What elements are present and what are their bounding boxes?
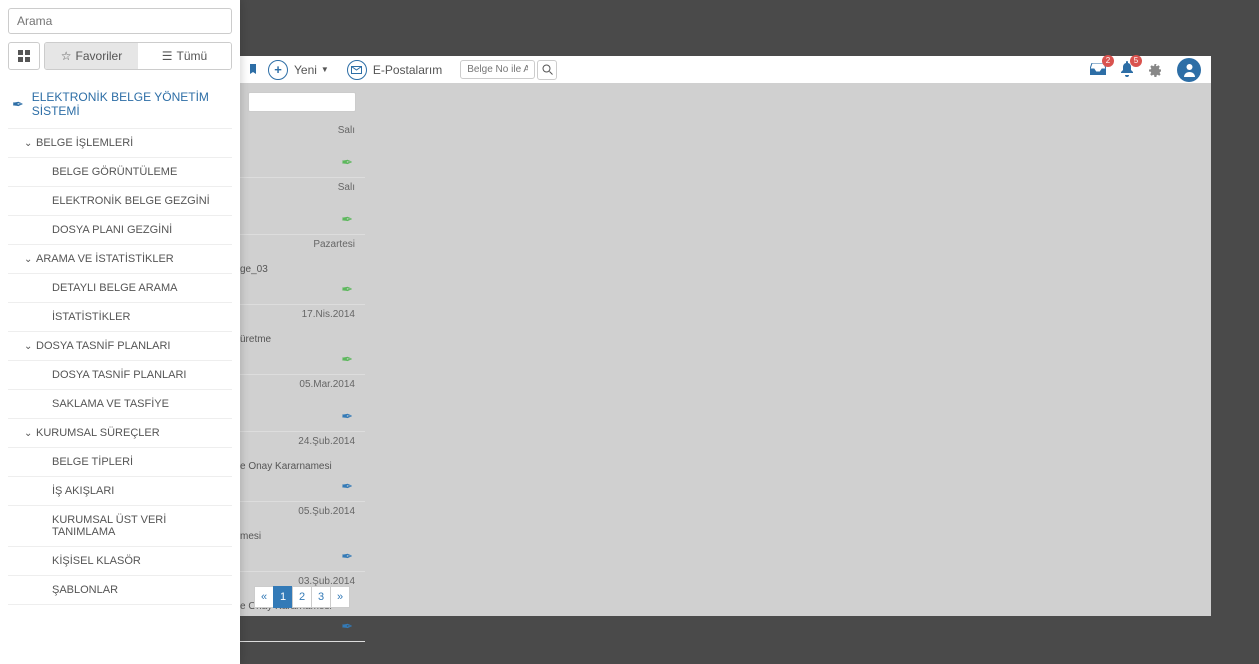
list-title: mesi — [240, 531, 359, 544]
sidebar-item[interactable]: DOSYA PLANI GEZGİNİ — [8, 216, 232, 245]
pen-icon: ✒ — [240, 474, 359, 497]
tab-label: Favoriler — [76, 49, 123, 63]
section-label: ARAMA VE İSTATİSTİKLER — [36, 253, 174, 265]
page-next[interactable]: » — [330, 586, 350, 608]
chevron-down-icon: ⌄ — [24, 428, 32, 439]
pen-icon: ✒ — [240, 404, 359, 427]
inbox-badge: 2 — [1102, 55, 1114, 67]
page-prev[interactable]: « — [254, 586, 274, 608]
new-button-icon[interactable]: + — [268, 60, 288, 80]
tab-favorites[interactable]: ☆ Favoriler — [45, 43, 138, 69]
sidebar-item[interactable]: KURUMSAL ÜST VERİ TANIMLAMA — [8, 506, 232, 547]
section-belge-islemleri[interactable]: ⌄ BELGE İŞLEMLERİ — [8, 129, 232, 158]
sub-search-input[interactable] — [248, 92, 356, 112]
list-item[interactable]: 17.Nis.2014 üretme ✒ — [240, 305, 365, 375]
doc-search-button[interactable] — [537, 60, 557, 80]
new-caret-icon[interactable]: ▼ — [321, 65, 329, 74]
sidebar-item[interactable]: DOSYA TASNİF PLANLARI — [8, 361, 232, 390]
list-item[interactable]: Salı ✒ — [240, 121, 365, 178]
sidebar-heading-label: ELEKTRONİK BELGE YÖNETİM SİSTEMİ — [32, 90, 228, 118]
toolbar-left-icon — [248, 64, 258, 76]
new-button-label[interactable]: Yeni — [294, 63, 317, 77]
pen-icon: ✒ — [240, 614, 359, 637]
sidebar-item[interactable]: ELEKTRONİK BELGE GEZGİNİ — [8, 187, 232, 216]
section-label: KURUMSAL SÜREÇLER — [36, 427, 160, 439]
list-item[interactable]: 05.Şub.2014 mesi ✒ — [240, 502, 365, 572]
sidebar-item[interactable]: BELGE GÖRÜNTÜLEME — [8, 158, 232, 187]
tab-label: Tümü — [177, 49, 208, 63]
list-item[interactable]: Salı ✒ — [240, 178, 365, 235]
list-date: 05.Mar.2014 — [240, 379, 359, 404]
gear-icon[interactable] — [1148, 61, 1163, 78]
list-title: e Onay Kararnamesi — [240, 461, 359, 474]
avatar[interactable] — [1177, 58, 1201, 82]
sidebar-search-input[interactable] — [8, 8, 232, 34]
pen-icon: ✒ — [240, 277, 359, 300]
sidebar-grid-toggle[interactable] — [8, 42, 40, 70]
list-item[interactable]: 05.Mar.2014 ✒ — [240, 375, 365, 432]
list-date: 05.Şub.2014 — [240, 506, 359, 531]
section-dosya-tasnif[interactable]: ⌄ DOSYA TASNİF PLANLARI — [8, 332, 232, 361]
list-date: Pazartesi — [240, 239, 359, 264]
section-kurumsal[interactable]: ⌄ KURUMSAL SÜREÇLER — [8, 419, 232, 448]
list-item[interactable]: Pazartesi ge_03 ✒ — [240, 235, 365, 305]
bell-badge: 5 — [1130, 55, 1142, 67]
tab-all[interactable]: ☰ Tümü — [138, 43, 231, 69]
chevron-down-icon: ⌄ — [24, 254, 32, 265]
list-title: üretme — [240, 334, 359, 347]
doc-search-input[interactable] — [460, 60, 535, 79]
page-3[interactable]: 3 — [311, 586, 331, 608]
pen-icon: ✒ — [240, 150, 359, 173]
chevron-down-icon: ⌄ — [24, 341, 32, 352]
section-label: DOSYA TASNİF PLANLARI — [36, 340, 171, 352]
list-icon: ☰ — [162, 49, 173, 63]
sidebar: ☆ Favoriler ☰ Tümü ✒ ELEKTRONİK BELGE YÖ… — [0, 0, 240, 664]
list-date: Salı — [240, 125, 359, 150]
sidebar-heading[interactable]: ✒ ELEKTRONİK BELGE YÖNETİM SİSTEMİ — [8, 78, 232, 129]
sidebar-item[interactable]: DETAYLI BELGE ARAMA — [8, 274, 232, 303]
pen-icon: ✒ — [240, 544, 359, 567]
inbox-icon[interactable]: 2 — [1090, 61, 1106, 79]
star-icon: ☆ — [61, 49, 72, 63]
sidebar-item[interactable]: BELGE TİPLERİ — [8, 448, 232, 477]
list-title: ge_03 — [240, 264, 359, 277]
list-item[interactable]: 24.Şub.2014 e Onay Kararnamesi ✒ — [240, 432, 365, 502]
pagination: « 1 2 3 » — [255, 586, 350, 608]
mail-button-label[interactable]: E-Postalarım — [373, 63, 442, 77]
sidebar-item[interactable]: ŞABLONLAR — [8, 576, 232, 605]
bell-icon[interactable]: 5 — [1120, 61, 1134, 79]
page-1[interactable]: 1 — [273, 586, 293, 608]
pen-icon: ✒ — [240, 207, 359, 230]
chevron-down-icon: ⌄ — [24, 138, 32, 149]
sidebar-item[interactable]: SAKLAMA VE TASFİYE — [8, 390, 232, 419]
list-date: 24.Şub.2014 — [240, 436, 359, 461]
mail-icon[interactable] — [347, 60, 367, 80]
pen-icon: ✒ — [12, 96, 24, 113]
content-list: Salı ✒ Salı ✒ Pazartesi ge_03 ✒ 17.Nis.2… — [240, 121, 365, 642]
page-2[interactable]: 2 — [292, 586, 312, 608]
sidebar-item[interactable]: İŞ AKIŞLARI — [8, 477, 232, 506]
sidebar-item[interactable]: KİŞİSEL KLASÖR — [8, 547, 232, 576]
section-label: BELGE İŞLEMLERİ — [36, 137, 133, 149]
sidebar-item[interactable]: İSTATİSTİKLER — [8, 303, 232, 332]
section-arama[interactable]: ⌄ ARAMA VE İSTATİSTİKLER — [8, 245, 232, 274]
list-date: Salı — [240, 182, 359, 207]
list-date: 17.Nis.2014 — [240, 309, 359, 334]
pen-icon: ✒ — [240, 347, 359, 370]
